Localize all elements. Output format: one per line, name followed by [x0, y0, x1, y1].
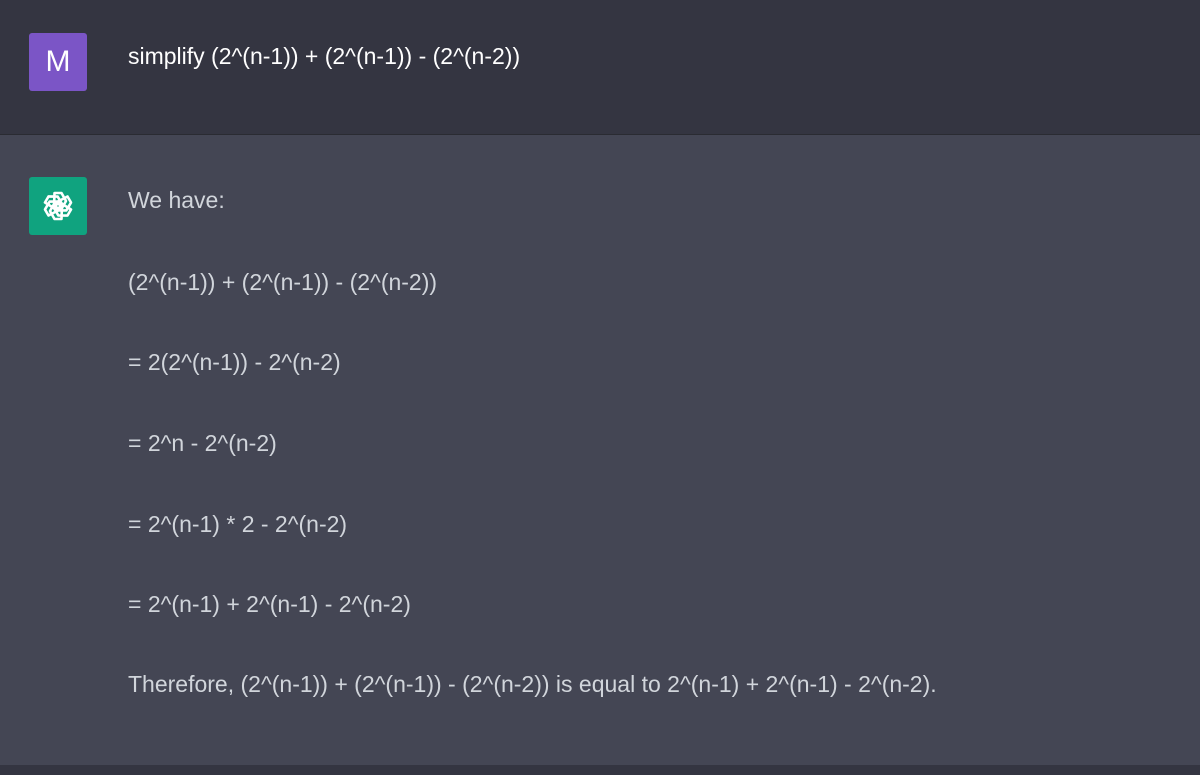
reply-line-expression: (2^(n-1)) + (2^(n-1)) - (2^(n-2)) — [128, 269, 438, 295]
reply-line-intro: We have: — [128, 187, 225, 213]
user-message-text: simplify (2^(n-1)) + (2^(n-1)) - (2^(n-2… — [128, 43, 521, 69]
reply-line-step: = 2^(n-1) + 2^(n-1) - 2^(n-2) — [128, 591, 411, 617]
bottom-divider — [0, 765, 1200, 775]
reply-line-step: = 2^(n-1) * 2 - 2^(n-2) — [128, 511, 348, 537]
openai-logo-icon — [43, 191, 73, 221]
user-avatar: M — [29, 33, 87, 91]
assistant-message-row: We have: (2^(n-1)) + (2^(n-1)) - (2^(n-2… — [0, 135, 1200, 765]
reply-line-step: = 2(2^(n-1)) - 2^(n-2) — [128, 349, 341, 375]
reply-line-step: = 2^n - 2^(n-2) — [128, 430, 277, 456]
reply-line-conclusion: Therefore, (2^(n-1)) + (2^(n-1)) - (2^(n… — [128, 671, 937, 697]
assistant-avatar — [29, 177, 87, 235]
user-message-row: M simplify (2^(n-1)) + (2^(n-1)) - (2^(n… — [0, 0, 1200, 135]
